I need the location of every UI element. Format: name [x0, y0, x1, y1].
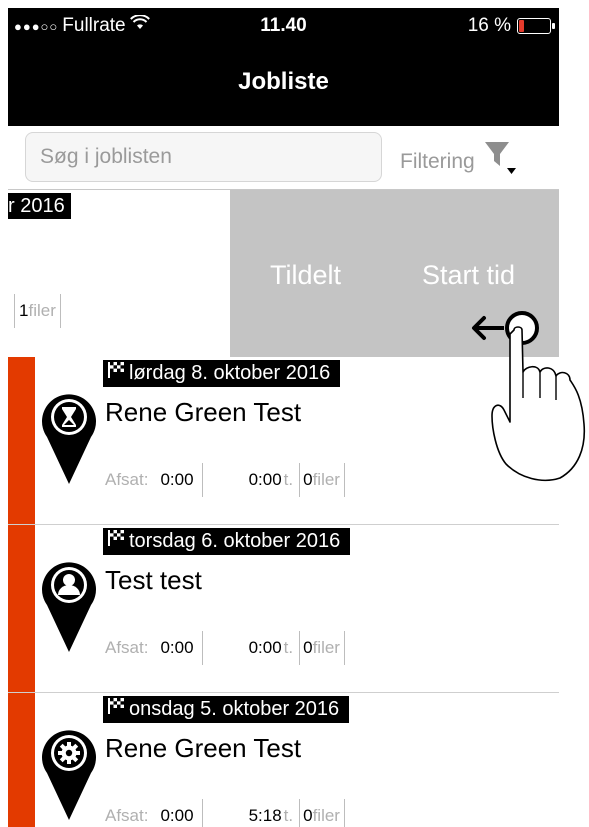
assigned-button[interactable]: Tildelt	[270, 260, 341, 291]
list-item[interactable]: torsdag 6. oktober 2016 Test test Afsat:…	[8, 525, 559, 693]
time-unit: t.	[283, 806, 294, 825]
divider	[343, 631, 345, 665]
divider	[59, 294, 61, 328]
filter-label: Filtering	[400, 150, 475, 173]
job-date: onsdag 5. oktober 2016	[129, 698, 340, 720]
time-value: 0:00	[248, 470, 282, 489]
list-item[interactable]: onsdag 5. oktober 2016 Rene Green Test A…	[8, 693, 559, 827]
navigation-bar: Jobliste	[8, 44, 559, 126]
divider	[201, 631, 203, 665]
job-date-banner: lørdag 8. oktober 2016	[103, 360, 341, 387]
files-label: filer	[312, 470, 340, 489]
funnel-icon	[483, 140, 517, 184]
gear-icon	[40, 725, 98, 821]
job-title: Rene Green Test	[105, 397, 302, 427]
status-bar: ●●●○○ Fullrate 11.40 16 %	[8, 8, 559, 44]
battery-icon	[517, 18, 555, 34]
status-stripe	[8, 693, 35, 827]
spent-value: 0:00	[160, 638, 194, 657]
job-date-banner: torsdag 6. oktober 2016	[103, 528, 351, 555]
checkered-flag-icon	[107, 528, 125, 555]
job-meta: Afsat: 0:00 5:18 t. 0 filer	[105, 797, 345, 827]
files-label: filer	[28, 301, 56, 320]
job-date: torsdag 6. oktober 2016	[129, 530, 341, 552]
job-meta: Afsat: 0:00 0:00 t. 0 filer	[105, 461, 345, 499]
divider	[299, 631, 301, 665]
page-title: Jobliste	[238, 68, 329, 95]
divider	[201, 463, 203, 497]
checkered-flag-icon	[107, 696, 125, 723]
files-count-value: 0	[303, 806, 313, 825]
divider	[14, 294, 15, 328]
battery-level	[519, 20, 524, 32]
checkered-flag-icon	[107, 360, 125, 387]
swipe-left-hand-icon	[470, 306, 589, 486]
person-icon	[40, 557, 98, 653]
files-count-value: 0	[303, 470, 313, 489]
search-input[interactable]	[25, 132, 382, 182]
spent-value: 0:00	[160, 470, 194, 489]
job-date-banner: r 2016	[8, 193, 71, 219]
divider	[201, 799, 203, 827]
divider	[299, 799, 301, 827]
files-count-value: 0	[303, 638, 313, 657]
time-value: 0:00	[248, 638, 282, 657]
status-stripe	[8, 357, 35, 524]
divider	[343, 799, 345, 827]
status-stripe	[8, 525, 35, 692]
spent-label: Afsat:	[105, 806, 149, 825]
time-value: 5:18	[248, 806, 282, 825]
job-title: Rene Green Test	[105, 733, 302, 763]
job-date-banner: onsdag 5. oktober 2016	[103, 696, 350, 723]
filter-button[interactable]: Filtering	[400, 140, 517, 184]
time-unit: t.	[283, 638, 294, 657]
job-meta: Afsat: 0:00 0:00 t. 0 filer	[105, 629, 345, 667]
time-unit: t.	[283, 470, 294, 489]
hourglass-icon	[40, 389, 98, 485]
spent-label: Afsat:	[105, 638, 149, 657]
job-title: Test test	[105, 565, 202, 595]
files-label: filer	[312, 806, 340, 825]
divider	[299, 463, 301, 497]
spent-label: Afsat:	[105, 470, 149, 489]
divider	[343, 463, 345, 497]
files-count-value: 1	[19, 301, 29, 320]
spent-value: 0:00	[160, 806, 194, 825]
start-time-button[interactable]: Start tid	[422, 260, 515, 291]
files-count: 1 filer	[14, 294, 61, 328]
files-label: filer	[312, 638, 340, 657]
search-bar: Filtering	[8, 126, 559, 190]
battery-percent: 16 %	[467, 15, 511, 36]
job-date: lørdag 8. oktober 2016	[129, 362, 331, 384]
